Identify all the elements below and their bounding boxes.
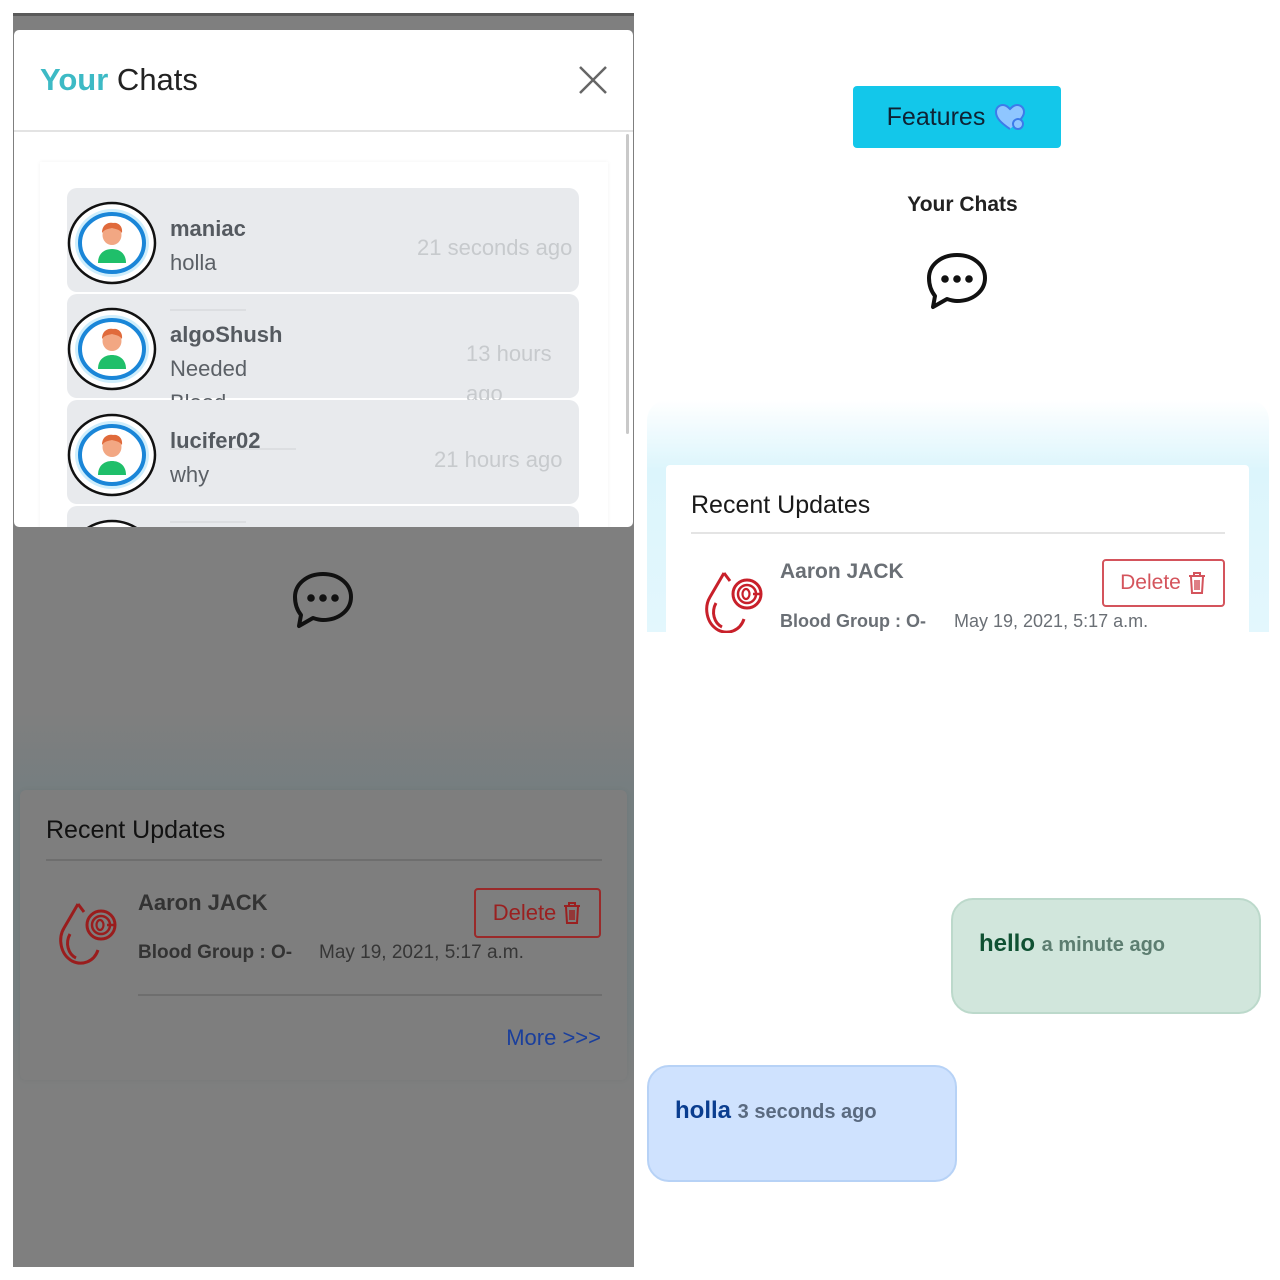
right-screen: Features Your Chats Recent Updates Aaron… [645, 0, 1280, 1280]
chat-list-item[interactable]: lucifer02 why 21 hours ago [67, 400, 579, 504]
blood-drop-icon [702, 567, 774, 633]
chat-list-item[interactable]: algoShush Needed Blood 13 hours ago [67, 294, 579, 415]
message-text: hello [979, 930, 1042, 957]
recent-updates-title: Recent Updates [691, 491, 871, 519]
chat-list-item[interactable] [67, 506, 579, 527]
close-icon[interactable] [577, 64, 609, 96]
message-time: a minute ago [1041, 934, 1166, 956]
modal-title-accent: Your [40, 62, 109, 97]
chat-username: lucifer02 [170, 428, 261, 453]
avatar [67, 413, 157, 497]
your-chats-modal: Your Chats maniac holla 21 seconds ago a… [14, 30, 633, 527]
chat-list: maniac holla 21 seconds ago algoShush Ne… [40, 162, 608, 527]
your-chats-heading: Your Chats [907, 193, 1018, 216]
status-bar [13, 13, 634, 16]
delete-label: Delete [492, 900, 557, 925]
update-date: May 19, 2021, 5:17 a.m. [319, 942, 524, 963]
chat-bubble-dots-icon [289, 569, 357, 633]
scrollbar[interactable] [626, 134, 629, 434]
recent-updates-title: Recent Updates [46, 816, 226, 844]
modal-body: maniac holla 21 seconds ago algoShush Ne… [14, 134, 633, 527]
recent-updates-card: Recent Updates Aaron JACK Blood Group : … [20, 790, 627, 1080]
delete-button[interactable]: Delete [474, 888, 601, 938]
features-label: Features [886, 102, 986, 131]
update-date: May 19, 2021, 5:17 a.m. [954, 611, 1149, 631]
avatar [67, 519, 157, 527]
modal-title: Your Chats [40, 62, 198, 98]
chat-last-message: why [170, 462, 210, 487]
divider [46, 859, 602, 861]
modal-header: Your Chats [14, 30, 633, 132]
trash-icon [562, 901, 582, 925]
delete-button[interactable]: Delete [1102, 559, 1225, 607]
avatar [67, 307, 157, 391]
chat-username: algoShush [170, 322, 283, 347]
divider [138, 994, 602, 996]
chat-time: 21 seconds ago [417, 235, 573, 260]
message-bubble-received: holla 3 seconds ago [647, 1065, 957, 1182]
chat-list-item[interactable]: maniac holla 21 seconds ago [67, 188, 579, 292]
update-donor-name: Aaron JACK [138, 890, 268, 915]
message-text: holla [675, 1097, 738, 1124]
update-donor-name: Aaron JACK [780, 560, 904, 583]
divider [170, 521, 246, 523]
blood-drop-icon [56, 898, 128, 968]
more-link[interactable]: More >>> [506, 1025, 601, 1051]
avatar [67, 201, 157, 285]
message-time: 3 seconds ago [737, 1101, 877, 1123]
chat-last-message: holla [170, 250, 217, 275]
divider [691, 532, 1225, 534]
message-bubble-sent: hello a minute ago [951, 898, 1261, 1014]
chat-username: maniac [170, 216, 246, 241]
trash-icon [1187, 571, 1207, 595]
recent-updates-card: Recent Updates Aaron JACK Blood Group : … [666, 465, 1249, 633]
features-button[interactable]: Features [853, 86, 1061, 148]
modal-title-rest: Chats [108, 62, 198, 97]
left-screen: Recent Updates Aaron JACK Blood Group : … [13, 13, 634, 1267]
update-blood-group: Blood Group : O- [780, 611, 926, 631]
heart-icon [995, 103, 1026, 130]
delete-label: Delete [1120, 571, 1181, 594]
chat-time: 21 hours ago [434, 447, 563, 472]
divider [170, 309, 246, 311]
chat-bubble-dots-icon[interactable] [923, 250, 991, 314]
update-blood-group: Blood Group : O- [138, 942, 293, 963]
